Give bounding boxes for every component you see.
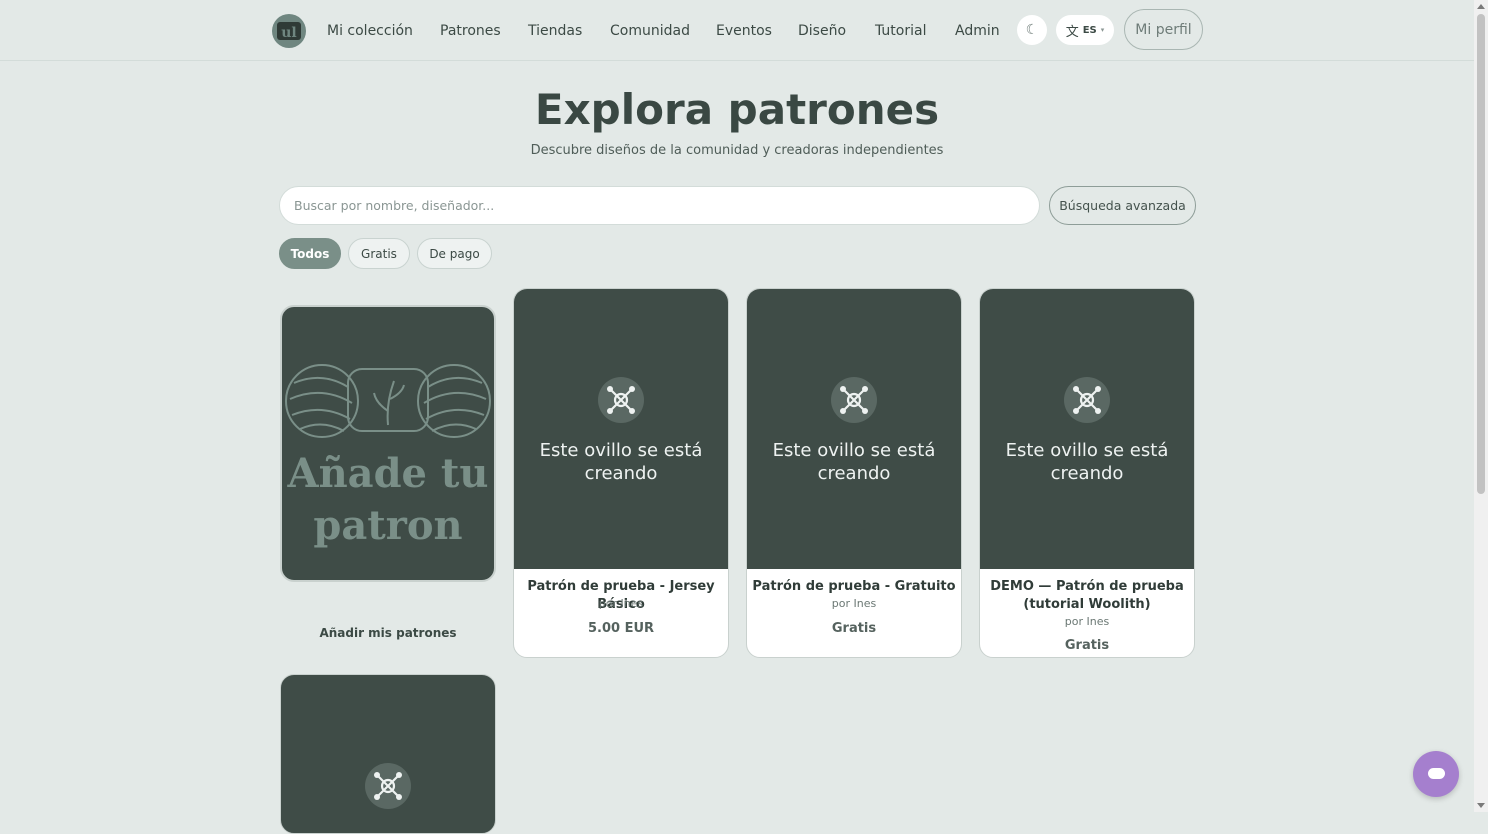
nav-admin[interactable]: Admin (955, 0, 1000, 62)
chat-bubble-icon (1428, 768, 1445, 779)
chat-button[interactable] (1413, 751, 1459, 797)
top-nav-bar: ul Mi colección Patrones Tiendas Comunid… (0, 0, 1474, 61)
scrollbar-thumb[interactable] (1477, 14, 1485, 494)
pattern-card[interactable]: Este ovillo se está creando DEMO — Patró… (979, 288, 1195, 658)
page-subtitle: Descubre diseños de la comunidad y cread… (530, 143, 944, 158)
nav-tiendas[interactable]: Tiendas (528, 0, 582, 62)
pattern-price: Gratis (831, 621, 877, 636)
nav-comunidad[interactable]: Comunidad (610, 0, 690, 62)
needles-cross-icon (365, 763, 411, 809)
yarn-skein-illustration: Añade tu patron (285, 364, 491, 549)
pattern-cover: Este ovillo se está creando (514, 289, 728, 569)
cover-placeholder-text: Este ovillo se está creando (772, 440, 936, 484)
profile-button[interactable]: Mi perfil (1124, 9, 1203, 50)
pattern-author: por Ines (1064, 615, 1110, 628)
add-my-patterns-link[interactable]: Añadir mis patrones (280, 626, 496, 640)
page-scrollbar[interactable] (1474, 0, 1488, 812)
cover-placeholder-text: Este ovillo se está creando (1005, 440, 1169, 484)
pattern-price: Gratis (1064, 638, 1110, 653)
nav-mi-coleccion[interactable]: Mi colección (327, 0, 413, 62)
filter-de-pago[interactable]: De pago (417, 238, 492, 269)
pattern-price: 5.00 EUR (587, 621, 655, 636)
moon-icon: ☾ (1025, 22, 1039, 38)
page-title: Explora patrones (534, 85, 940, 134)
nav-patrones[interactable]: Patrones (440, 0, 501, 62)
logo-text: ul (281, 25, 297, 41)
add-art-text-line2: patron (313, 502, 462, 549)
pattern-card[interactable]: Este ovillo se está creando Patrón de pr… (746, 288, 962, 658)
pattern-cover: Este ovillo se está creando (980, 289, 1194, 569)
filter-todos[interactable]: Todos (279, 238, 341, 269)
yarn-logo-icon[interactable]: ul (272, 14, 306, 48)
filter-gratis[interactable]: Gratis (348, 238, 410, 269)
scroll-down-arrow-icon[interactable] (1477, 803, 1485, 808)
pattern-title[interactable]: DEMO — Patrón de prueba (tutorial Woolit… (984, 578, 1190, 614)
nav-tutorial[interactable]: Tutorial (875, 0, 926, 62)
add-pattern-card[interactable]: Añade tu patron (280, 305, 496, 582)
search-input[interactable] (279, 186, 1040, 225)
scroll-up-arrow-icon[interactable] (1477, 4, 1485, 9)
translate-icon: 文 (1065, 24, 1079, 40)
advanced-search-button[interactable]: Búsqueda avanzada (1049, 186, 1196, 225)
needles-cross-icon (1064, 377, 1110, 423)
nav-diseno[interactable]: Diseño (798, 0, 846, 62)
needles-cross-icon (831, 377, 877, 423)
pattern-cover: Este ovillo se está creando (747, 289, 961, 569)
language-selector[interactable]: 文 ES ▾ (1056, 15, 1114, 45)
pattern-card[interactable]: Este ovillo se está creando Patrón de pr… (513, 288, 729, 658)
theme-toggle-button[interactable]: ☾ (1017, 15, 1047, 45)
pattern-author: por Ines (831, 597, 877, 610)
chevron-down-icon: ▾ (1100, 26, 1105, 34)
pattern-card[interactable] (280, 674, 496, 834)
pattern-author: por Ines (598, 597, 644, 610)
add-art-text-line1: Añade tu (287, 450, 489, 497)
pattern-title[interactable]: Patrón de prueba - Gratuito (751, 578, 957, 596)
language-code: ES (1082, 24, 1097, 36)
nav-eventos[interactable]: Eventos (716, 0, 772, 62)
cover-placeholder-text: Este ovillo se está creando (539, 440, 703, 484)
needles-cross-icon (598, 377, 644, 423)
